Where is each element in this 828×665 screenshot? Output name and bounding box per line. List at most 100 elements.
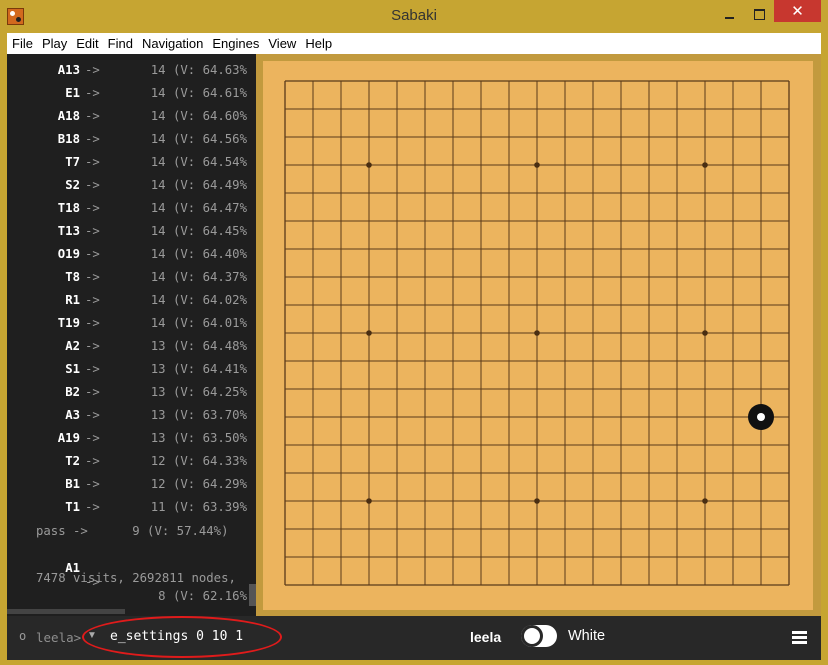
log-value: (V: 64.25% [172, 385, 247, 399]
hamburger-menu-icon[interactable] [792, 631, 807, 644]
engine-prompt: leela> [36, 630, 82, 645]
log-visits: 14 [150, 86, 166, 100]
log-arrow: -> [85, 408, 100, 422]
menu-view[interactable]: View [268, 36, 296, 51]
log-visits: 14 [150, 316, 166, 330]
log-visits: 14 [150, 178, 166, 192]
log-arrow: -> [85, 293, 100, 307]
log-value: (V: 64.47% [172, 201, 247, 215]
log-visits: 11 [150, 500, 166, 514]
log-row: A2 -> 13 (V: 64.48% [7, 339, 256, 362]
star-point [702, 162, 708, 168]
log-move: B1 [65, 477, 80, 491]
star-point [534, 162, 540, 168]
log-move: T13 [57, 224, 80, 238]
log-visits: 14 [150, 247, 166, 261]
log-move: T2 [65, 454, 80, 468]
menu-navigation[interactable]: Navigation [142, 36, 203, 51]
log-move: A2 [65, 339, 80, 353]
log-move: T7 [65, 155, 80, 169]
log-value: (V: 64.60% [172, 109, 247, 123]
log-value: (V: 64.56% [172, 132, 247, 146]
pass-row: pass -> 9 (V: 57.44%) [36, 524, 229, 538]
toggle-knob [521, 625, 543, 647]
menu-help[interactable]: Help [305, 36, 332, 51]
menu-edit[interactable]: Edit [76, 36, 98, 51]
log-move: T18 [57, 201, 80, 215]
log-row: T18 -> 14 (V: 64.47% [7, 201, 256, 224]
log-arrow: -> [85, 477, 100, 491]
log-row: B2 -> 13 (V: 64.25% [7, 385, 256, 408]
close-button[interactable]: ✕ [774, 0, 821, 22]
last-move-marker [757, 413, 765, 421]
log-visits: 8 [158, 589, 166, 603]
log-row: R1 -> 14 (V: 64.02% [7, 293, 256, 316]
annotation-ellipse [82, 616, 282, 658]
log-move: A13 [57, 63, 80, 77]
log-visits: 13 [150, 385, 166, 399]
log-arrow: -> [85, 316, 100, 330]
log-row: O19 -> 14 (V: 64.40% [7, 247, 256, 270]
log-visits: 13 [150, 362, 166, 376]
menu-bar: File Play Edit Find Navigation Engines V… [7, 33, 821, 54]
log-arrow: -> [85, 247, 100, 261]
player-toggle[interactable] [521, 625, 557, 647]
black-player-name[interactable]: leela [470, 629, 501, 645]
log-value: (V: 64.37% [172, 270, 247, 284]
log-visits: 12 [150, 454, 166, 468]
menu-find[interactable]: Find [108, 36, 133, 51]
horizontal-scrollbar[interactable] [7, 609, 125, 614]
menu-engines[interactable]: Engines [212, 36, 259, 51]
log-value: (V: 63.39% [172, 500, 247, 514]
title-bar[interactable]: Sabaki ✕ [0, 0, 828, 33]
log-arrow: -> [85, 385, 100, 399]
log-row: T13 -> 14 (V: 64.45% [7, 224, 256, 247]
log-arrow: -> [85, 224, 100, 238]
log-value: (V: 64.54% [172, 155, 247, 169]
log-value: (V: 64.45% [172, 224, 247, 238]
log-value: (V: 64.48% [172, 339, 247, 353]
log-move: E1 [65, 86, 80, 100]
log-row: A13 -> 14 (V: 64.63% [7, 63, 256, 86]
log-move: O19 [57, 247, 80, 261]
log-value: (V: 64.33% [172, 454, 247, 468]
log-move: T8 [65, 270, 80, 284]
log-move: R1 [65, 293, 80, 307]
log-value: (V: 64.02% [172, 293, 247, 307]
log-value: (V: 64.49% [172, 178, 247, 192]
log-visits: 14 [150, 224, 166, 238]
log-arrow: -> [85, 86, 100, 100]
star-point [366, 162, 372, 168]
log-row: T2 -> 12 (V: 64.33% [7, 454, 256, 477]
log-move: B18 [57, 132, 80, 146]
log-value: (V: 64.01% [172, 316, 247, 330]
log-row: S1 -> 13 (V: 64.41% [7, 362, 256, 385]
menu-file[interactable]: File [12, 36, 33, 51]
log-row: A3 -> 13 (V: 63.70% [7, 408, 256, 431]
log-value: (V: 64.61% [172, 86, 247, 100]
engine-console[interactable]: A13 -> 14 (V: 64.63% E1 -> 14 (V: 64.61% A18 ->… [7, 54, 256, 616]
log-value: (V: 63.70% [172, 408, 247, 422]
summary-row: 7478 visits, 2692811 nodes, [36, 571, 236, 585]
board-grid[interactable] [263, 61, 813, 610]
log-value: (V: 63.50% [172, 431, 247, 445]
log-visits: 14 [150, 63, 166, 77]
go-board[interactable] [263, 61, 813, 610]
log-row: T19 -> 14 (V: 64.01% [7, 316, 256, 339]
log-value: (V: 64.41% [172, 362, 247, 376]
menu-play[interactable]: Play [42, 36, 67, 51]
white-player-name[interactable]: White [568, 628, 605, 644]
log-row: T8 -> 14 (V: 64.37% [7, 270, 256, 293]
log-arrow: -> [85, 362, 100, 376]
window-title: Sabaki [391, 7, 437, 24]
log-move: T19 [57, 316, 80, 330]
log-move: S1 [65, 362, 80, 376]
log-visits: 14 [150, 201, 166, 215]
vertical-scrollbar[interactable] [249, 584, 256, 606]
log-move: B2 [65, 385, 80, 399]
log-move: T1 [65, 500, 80, 514]
star-point [534, 498, 540, 504]
maximize-button[interactable] [746, 5, 772, 23]
minimize-button[interactable] [717, 5, 743, 23]
star-point [366, 498, 372, 504]
